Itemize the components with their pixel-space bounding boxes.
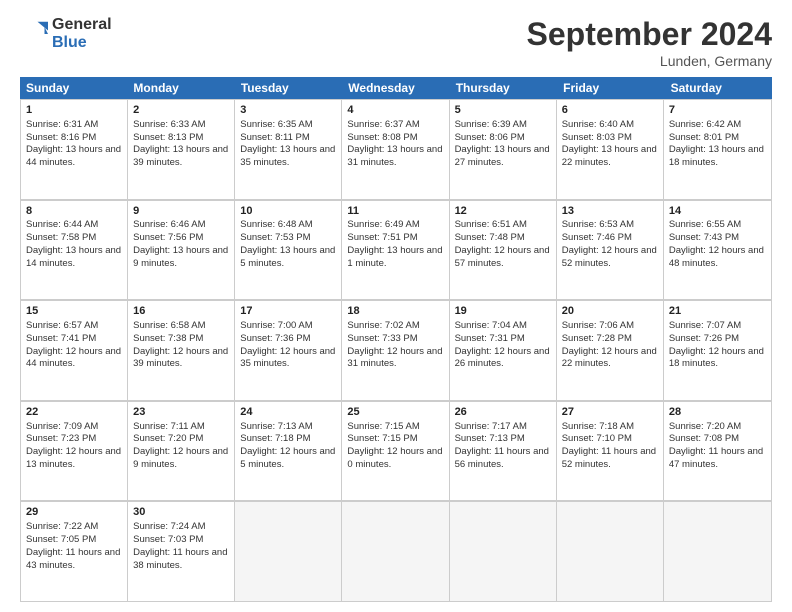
day-24: 24Sunrise: 7:13 AMSunset: 7:18 PMDayligh… [235,401,342,501]
day-3: 3Sunrise: 6:35 AMSunset: 8:11 PMDaylight… [235,99,342,199]
header-sunday: Sunday [20,77,127,99]
empty-1 [235,501,342,601]
week-row-1: 1Sunrise: 6:31 AMSunset: 8:16 PMDaylight… [21,99,771,200]
day-21: 21Sunrise: 7:07 AMSunset: 7:26 PMDayligh… [664,300,771,400]
calendar: Sunday Monday Tuesday Wednesday Thursday… [20,77,772,602]
logo-icon [20,20,48,48]
day-27: 27Sunrise: 7:18 AMSunset: 7:10 PMDayligh… [557,401,664,501]
day-11: 11Sunrise: 6:49 AMSunset: 7:51 PMDayligh… [342,200,449,300]
day-4: 4Sunrise: 6:37 AMSunset: 8:08 PMDaylight… [342,99,449,199]
page-subtitle: Lunden, Germany [527,53,772,69]
day-13: 13Sunrise: 6:53 AMSunset: 7:46 PMDayligh… [557,200,664,300]
day-25: 25Sunrise: 7:15 AMSunset: 7:15 PMDayligh… [342,401,449,501]
day-5: 5Sunrise: 6:39 AMSunset: 8:06 PMDaylight… [450,99,557,199]
header-saturday: Saturday [665,77,772,99]
day-15: 15Sunrise: 6:57 AMSunset: 7:41 PMDayligh… [21,300,128,400]
week-row-4: 22Sunrise: 7:09 AMSunset: 7:23 PMDayligh… [21,401,771,502]
week-row-5: 29Sunrise: 7:22 AMSunset: 7:05 PMDayligh… [21,501,771,601]
day-17: 17Sunrise: 7:00 AMSunset: 7:36 PMDayligh… [235,300,342,400]
empty-5 [664,501,771,601]
day-8: 8Sunrise: 6:44 AMSunset: 7:58 PMDaylight… [21,200,128,300]
day-9: 9Sunrise: 6:46 AMSunset: 7:56 PMDaylight… [128,200,235,300]
calendar-body: 1Sunrise: 6:31 AMSunset: 8:16 PMDaylight… [20,99,772,602]
day-20: 20Sunrise: 7:06 AMSunset: 7:28 PMDayligh… [557,300,664,400]
day-7: 7Sunrise: 6:42 AMSunset: 8:01 PMDaylight… [664,99,771,199]
day-6: 6Sunrise: 6:40 AMSunset: 8:03 PMDaylight… [557,99,664,199]
header-thursday: Thursday [450,77,557,99]
day-14: 14Sunrise: 6:55 AMSunset: 7:43 PMDayligh… [664,200,771,300]
header-wednesday: Wednesday [342,77,449,99]
empty-3 [450,501,557,601]
day-29: 29Sunrise: 7:22 AMSunset: 7:05 PMDayligh… [21,501,128,601]
logo: General Blue [20,16,112,51]
day-12: 12Sunrise: 6:51 AMSunset: 7:48 PMDayligh… [450,200,557,300]
day-1: 1Sunrise: 6:31 AMSunset: 8:16 PMDaylight… [21,99,128,199]
calendar-header: Sunday Monday Tuesday Wednesday Thursday… [20,77,772,99]
day-23: 23Sunrise: 7:11 AMSunset: 7:20 PMDayligh… [128,401,235,501]
empty-4 [557,501,664,601]
empty-2 [342,501,449,601]
day-10: 10Sunrise: 6:48 AMSunset: 7:53 PMDayligh… [235,200,342,300]
header-monday: Monday [127,77,234,99]
logo-general-text: General [52,16,112,34]
header-tuesday: Tuesday [235,77,342,99]
day-16: 16Sunrise: 6:58 AMSunset: 7:38 PMDayligh… [128,300,235,400]
logo-blue-text: Blue [52,34,112,52]
day-28: 28Sunrise: 7:20 AMSunset: 7:08 PMDayligh… [664,401,771,501]
day-18: 18Sunrise: 7:02 AMSunset: 7:33 PMDayligh… [342,300,449,400]
day-2: 2Sunrise: 6:33 AMSunset: 8:13 PMDaylight… [128,99,235,199]
page-title: September 2024 [527,16,772,53]
day-22: 22Sunrise: 7:09 AMSunset: 7:23 PMDayligh… [21,401,128,501]
week-row-2: 8Sunrise: 6:44 AMSunset: 7:58 PMDaylight… [21,200,771,301]
week-row-3: 15Sunrise: 6:57 AMSunset: 7:41 PMDayligh… [21,300,771,401]
day-30: 30Sunrise: 7:24 AMSunset: 7:03 PMDayligh… [128,501,235,601]
day-19: 19Sunrise: 7:04 AMSunset: 7:31 PMDayligh… [450,300,557,400]
header-friday: Friday [557,77,664,99]
day-26: 26Sunrise: 7:17 AMSunset: 7:13 PMDayligh… [450,401,557,501]
